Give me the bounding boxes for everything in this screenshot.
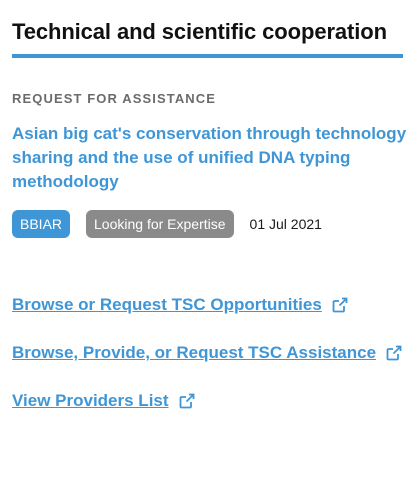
tsc-panel: Technical and scientific cooperation REQ…: [0, 0, 418, 482]
browse-assistance-link[interactable]: Browse, Provide, or Request TSC Assistan…: [12, 343, 402, 363]
status-badge: Looking for Expertise: [86, 210, 234, 238]
request-meta: BBIAR Looking for Expertise 01 Jul 2021: [12, 210, 322, 238]
request-title-link[interactable]: Asian big cat's conservation through tec…: [12, 122, 407, 194]
request-type-label: REQUEST FOR ASSISTANCE: [12, 91, 217, 106]
program-tag-badge[interactable]: BBIAR: [12, 210, 71, 238]
section-title: Technical and scientific cooperation: [12, 19, 387, 44]
request-date: 01 Jul 2021: [249, 216, 322, 232]
link-label: Browse or Request TSC Opportunities: [12, 295, 322, 314]
external-link-icon: [332, 297, 348, 313]
external-link-icon: [386, 345, 402, 361]
browse-opportunities-link[interactable]: Browse or Request TSC Opportunities: [12, 295, 348, 315]
title-underline: [12, 54, 403, 58]
link-label: Browse, Provide, or Request TSC Assistan…: [12, 343, 377, 362]
link-label: View Providers List: [12, 391, 169, 410]
external-link-icon: [179, 393, 194, 409]
view-providers-link[interactable]: View Providers List: [12, 391, 195, 411]
